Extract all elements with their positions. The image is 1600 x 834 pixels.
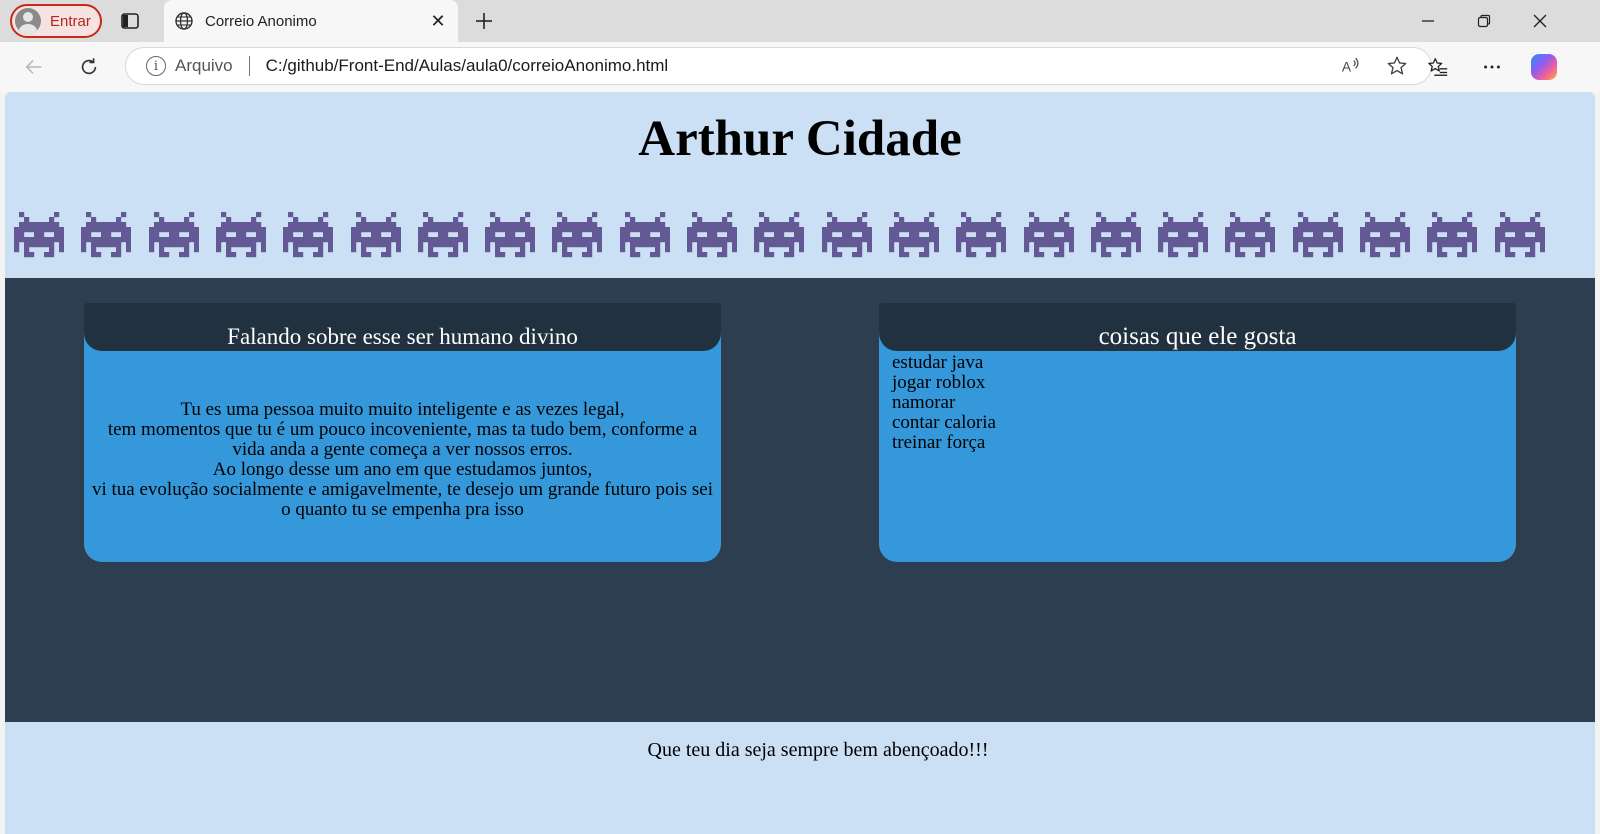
space-invader-icon [1024, 210, 1074, 260]
space-invader-icon [822, 210, 872, 260]
active-tab[interactable]: Correio Anonimo ✕ [164, 0, 458, 42]
favorites-icon[interactable] [1424, 53, 1452, 81]
svg-text:A: A [1342, 60, 1352, 75]
space-invader-icon [687, 210, 737, 260]
profile-icon [15, 8, 41, 34]
back-icon[interactable] [20, 53, 48, 81]
space-invader-icon [1427, 210, 1477, 260]
url-bar[interactable]: i Arquivo C:/github/Front-End/Aulas/aula… [125, 47, 1432, 85]
profile-label: Entrar [50, 12, 91, 30]
copilot-icon[interactable] [1530, 53, 1558, 81]
security-label: Arquivo [175, 56, 233, 75]
space-invader-icon [1293, 210, 1343, 260]
about-line: vi tua evolução socialmente e amigavelme… [92, 479, 713, 520]
space-invader-icon [216, 210, 266, 260]
space-invader-icon [1495, 210, 1545, 260]
about-line: Tu es uma pessoa muito muito inteligente… [180, 399, 625, 420]
space-invader-icon [81, 210, 131, 260]
close-icon[interactable]: ✕ [428, 11, 448, 32]
more-icon[interactable] [1478, 53, 1506, 81]
space-invader-icon [552, 210, 602, 260]
browser-tab-bar: Entrar Correio Anonimo ✕ [0, 0, 1600, 42]
page-footer: Que teu dia seja sempre bem abençoado!!! [5, 722, 1595, 834]
likes-card: coisas que ele gosta estudar java jogar … [879, 303, 1516, 562]
divider [248, 56, 250, 76]
likes-card-heading: coisas que ele gosta [879, 303, 1516, 351]
refresh-icon[interactable] [75, 53, 103, 81]
invader-row [14, 210, 1594, 260]
globe-icon [174, 11, 194, 31]
info-icon[interactable]: i [146, 56, 166, 76]
profile-button[interactable]: Entrar [10, 4, 102, 38]
space-invader-icon [485, 210, 535, 260]
space-invader-icon [149, 210, 199, 260]
space-invader-icon [418, 210, 468, 260]
about-card: Falando sobre esse ser humano divino Tu … [84, 303, 721, 562]
main-section: Falando sobre esse ser humano divino Tu … [5, 278, 1595, 722]
space-invader-icon [1091, 210, 1141, 260]
space-invader-icon [956, 210, 1006, 260]
space-invader-icon [889, 210, 939, 260]
url-text[interactable]: C:/github/Front-End/Aulas/aula0/correioA… [266, 56, 1339, 76]
list-item: contar caloria [892, 412, 996, 433]
space-invader-icon [14, 210, 64, 260]
space-invader-icon [1158, 210, 1208, 260]
about-line: tem momentos que tu é um pouco incovenie… [107, 419, 698, 460]
page-title: Arthur Cidade [638, 111, 962, 167]
tab-title: Correio Anonimo [205, 12, 317, 30]
space-invader-icon [351, 210, 401, 260]
page-viewport: Arthur Cidade Falando sobre esse ser hum… [5, 92, 1595, 834]
star-icon[interactable] [1385, 54, 1409, 78]
page-header: Arthur Cidade [5, 92, 1595, 278]
read-aloud-icon[interactable]: A [1339, 54, 1363, 78]
space-invader-icon [620, 210, 670, 260]
space-invader-icon [1225, 210, 1275, 260]
list-item: jogar roblox [892, 372, 986, 393]
space-invader-icon [283, 210, 333, 260]
plus-icon[interactable] [470, 7, 498, 35]
about-card-text: Tu es uma pessoa muito muito inteligente… [84, 400, 721, 520]
likes-list: estudar java jogar roblox namorar contar… [879, 353, 1516, 453]
minimize-icon[interactable] [1408, 7, 1448, 35]
address-bar: i Arquivo C:/github/Front-End/Aulas/aula… [0, 42, 1600, 92]
tab-actions-icon[interactable] [118, 9, 142, 33]
about-line: Ao longo desse um ano em que estudamos j… [212, 459, 593, 480]
space-invader-icon [754, 210, 804, 260]
space-invader-icon [1360, 210, 1410, 260]
footer-text: Que teu dia seja sempre bem abençoado!!! [647, 739, 989, 761]
about-card-heading: Falando sobre esse ser humano divino [84, 303, 721, 351]
list-item: estudar java [892, 352, 984, 373]
restore-icon[interactable] [1464, 7, 1504, 35]
list-item: treinar força [892, 432, 986, 453]
window-close-icon[interactable] [1520, 7, 1560, 35]
list-item: namorar [892, 392, 956, 413]
